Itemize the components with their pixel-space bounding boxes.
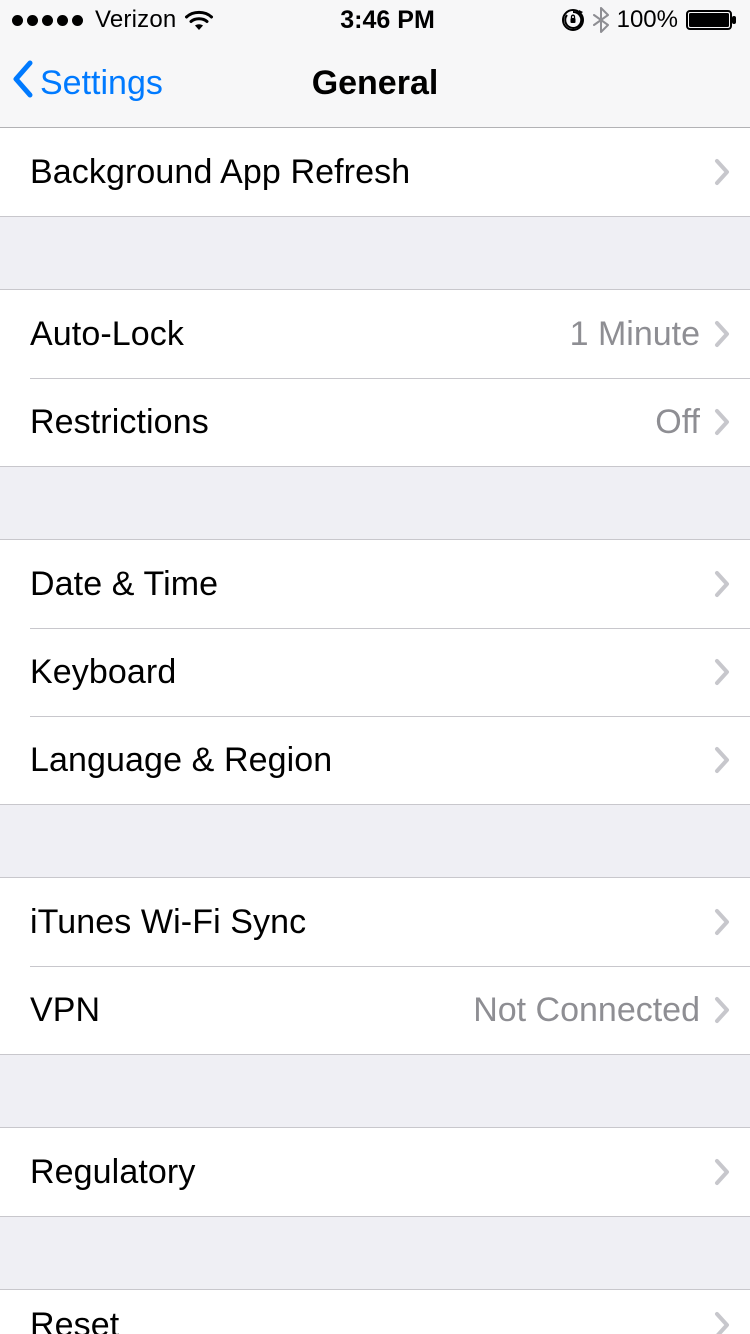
status-right: 100% — [561, 6, 738, 34]
group-itunes-vpn: iTunes Wi-Fi Sync VPN Not Connected — [0, 877, 750, 1055]
row-restrictions[interactable]: Restrictions Off — [0, 378, 750, 466]
chevron-right-icon — [714, 908, 730, 936]
battery-percent: 100% — [617, 6, 678, 34]
group-spacer — [0, 1055, 750, 1127]
back-label: Settings — [40, 64, 163, 103]
chevron-right-icon — [714, 408, 730, 436]
chevron-right-icon — [714, 320, 730, 348]
row-label: Keyboard — [30, 653, 714, 692]
chevron-right-icon — [714, 1311, 730, 1334]
group-spacer — [0, 217, 750, 289]
chevron-right-icon — [714, 658, 730, 686]
row-label: VPN — [30, 991, 473, 1030]
wifi-icon — [184, 9, 214, 31]
group-spacer — [0, 1217, 750, 1289]
back-button[interactable]: Settings — [10, 40, 163, 127]
nav-bar: Settings General — [0, 40, 750, 128]
group-spacer — [0, 467, 750, 539]
row-label: Background App Refresh — [30, 153, 714, 192]
group-lock-restrictions: Auto-Lock 1 Minute Restrictions Off — [0, 289, 750, 467]
group-background-refresh: Background App Refresh — [0, 128, 750, 217]
rotation-lock-icon — [561, 8, 585, 32]
row-background-app-refresh[interactable]: Background App Refresh — [0, 128, 750, 216]
row-date-time[interactable]: Date & Time — [0, 540, 750, 628]
row-regulatory[interactable]: Regulatory — [0, 1128, 750, 1216]
row-reset[interactable]: Reset — [0, 1290, 750, 1334]
row-value: Off — [655, 403, 700, 442]
group-spacer — [0, 805, 750, 877]
row-value: Not Connected — [473, 991, 700, 1030]
row-label: Reset — [30, 1306, 714, 1334]
chevron-right-icon — [714, 996, 730, 1024]
row-label: Date & Time — [30, 565, 714, 604]
carrier-label: Verizon — [95, 6, 176, 34]
chevron-right-icon — [714, 746, 730, 774]
row-label: Restrictions — [30, 403, 655, 442]
row-vpn[interactable]: VPN Not Connected — [0, 966, 750, 1054]
chevron-right-icon — [714, 570, 730, 598]
group-reset: Reset — [0, 1289, 750, 1334]
chevron-left-icon — [10, 59, 34, 108]
group-date-keyboard-language: Date & Time Keyboard Language & Region — [0, 539, 750, 805]
row-value: 1 Minute — [570, 315, 700, 354]
row-language-region[interactable]: Language & Region — [0, 716, 750, 804]
status-left: Verizon — [12, 6, 214, 34]
bluetooth-icon — [593, 7, 609, 33]
page-title: General — [312, 64, 439, 103]
status-bar: Verizon 3:46 PM 100% — [0, 0, 750, 40]
row-itunes-wifi-sync[interactable]: iTunes Wi-Fi Sync — [0, 878, 750, 966]
row-label: Language & Region — [30, 741, 714, 780]
battery-icon — [686, 9, 738, 31]
row-keyboard[interactable]: Keyboard — [0, 628, 750, 716]
chevron-right-icon — [714, 1158, 730, 1186]
row-label: Auto-Lock — [30, 315, 570, 354]
row-label: iTunes Wi-Fi Sync — [30, 903, 714, 942]
cell-signal-icon — [12, 15, 83, 26]
group-regulatory: Regulatory — [0, 1127, 750, 1217]
row-auto-lock[interactable]: Auto-Lock 1 Minute — [0, 290, 750, 378]
row-label: Regulatory — [30, 1153, 714, 1192]
status-time: 3:46 PM — [340, 6, 434, 35]
chevron-right-icon — [714, 158, 730, 186]
